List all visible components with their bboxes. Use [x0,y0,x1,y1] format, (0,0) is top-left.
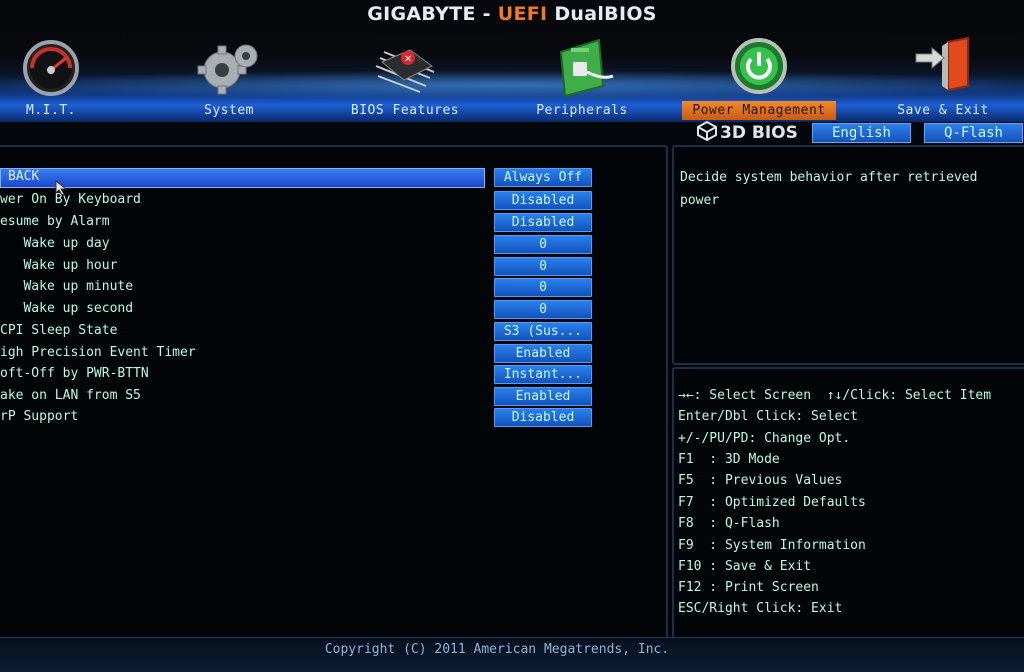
setting-row[interactable]: oft-Off by PWR-BTTN Instant... [0,363,620,384]
key-legend-line: F7 : Optimized Defaults [678,495,866,510]
tab-power-management[interactable]: Power Management [682,36,836,122]
setting-value-button[interactable]: 0 [494,257,592,276]
setting-label: Wake up day [0,236,110,251]
setting-label: ake on LAN from S5 [0,388,141,403]
setting-row[interactable]: igh Precision Event Timer Enabled [0,342,620,363]
tab-save-exit[interactable]: Save & Exit [868,36,1018,122]
setting-label: igh Precision Event Timer [0,345,196,360]
setting-row[interactable]: wer On By Keyboard Disabled [0,189,620,210]
mouse-cursor-icon [55,180,68,196]
setting-row[interactable]: esume by Alarm Disabled [0,211,620,232]
setting-label: rP Support [0,409,79,424]
title-brand: GIGABYTE [367,3,476,25]
tab-peripherals-label: Peripherals [536,103,628,118]
key-legend-line: Enter/Dbl Click: Select [678,409,859,424]
app-title: GIGABYTE - UEFI DualBIOS [0,3,1024,25]
setting-label: CPI Sleep State [0,323,118,338]
key-legend-line: F8 : Q-Flash [678,516,780,531]
setting-value-button[interactable]: Disabled [494,191,592,210]
setting-row[interactable]: ake on LAN from S5 Enabled [0,385,620,406]
setting-value-button[interactable]: Disabled [494,213,592,232]
help-line: power [680,193,720,208]
tab-system[interactable]: System [154,36,304,122]
key-legend-line: →←: Select Screen ↑↓/Click: Select Item [678,388,992,403]
setting-label: Wake up hour [0,258,118,273]
cube-icon [697,121,717,141]
speedometer-icon [23,40,79,96]
power-button-icon [731,38,787,94]
help-line: Decide system behavior after retrieved [680,170,978,185]
chip-icon: ✕ [375,49,435,93]
selection-highlight [0,168,485,188]
tab-mit-label: M.I.T. [26,103,76,118]
title-uefi: UEFI [497,3,548,25]
key-legend-line: +/-/PU/PD: Change Opt. [678,431,851,446]
tab-system-label: System [204,103,254,118]
setting-value-button[interactable]: 0 [494,300,592,319]
setting-value-button[interactable]: Disabled [494,408,592,427]
exit-door-icon [915,36,969,92]
help-text: Decide system behavior after retrieved p… [680,166,1018,212]
svg-text:✕: ✕ [404,54,412,65]
gear-icon [197,44,258,95]
setting-row[interactable]: Wake up hour 0 [0,255,620,276]
key-legend-line: F1 : 3D Mode [678,452,780,467]
setting-value-button[interactable]: 0 [494,235,592,254]
setting-label: wer On By Keyboard [0,192,141,207]
key-legend-line: F10 : Save & Exit [678,559,812,574]
setting-value-button[interactable]: Enabled [494,387,592,406]
setting-label: Wake up minute [0,279,134,294]
header-bar: GIGABYTE - UEFI DualBIOS M.I.T. System ✕… [0,0,1024,122]
3d-bios-logo[interactable]: 3D BIOS [697,121,798,143]
setting-row[interactable]: BACK Always Off [0,166,620,188]
tab-bios-features[interactable]: ✕ BIOS Features [330,36,480,122]
setting-value-button[interactable]: Always Off [494,168,592,187]
qflash-button[interactable]: Q-Flash [924,123,1023,143]
setting-value-button[interactable]: 0 [494,278,592,297]
key-legend-line: F9 : System Information [678,538,866,553]
tab-peripherals[interactable]: Peripherals [507,36,657,122]
setting-row[interactable]: Wake up minute 0 [0,276,620,297]
setting-label: esume by Alarm [0,214,110,229]
tab-bios-features-label: BIOS Features [350,103,460,118]
circuit-board-icon [559,38,614,98]
setting-value-button[interactable]: Enabled [494,344,592,363]
title-separator: - [475,3,498,25]
setting-row[interactable]: CPI Sleep State S3 (Sus... [0,320,620,341]
key-legend-line: F5 : Previous Values [678,473,843,488]
title-dualbios: DualBIOS [547,3,657,25]
setting-value-button[interactable]: Instant... [494,365,592,384]
setting-row[interactable]: Wake up second 0 [0,298,620,319]
setting-label: oft-Off by PWR-BTTN [0,366,149,381]
tab-power-management-label: Power Management [682,101,836,120]
tab-mit[interactable]: M.I.T. [0,36,126,122]
setting-label: BACK [8,169,40,184]
setting-row[interactable]: Wake up day 0 [0,233,620,254]
footer-bar: Copyright (C) 2011 American Megatrends, … [0,637,1024,672]
tab-save-exit-label: Save & Exit [897,103,989,118]
setting-label: Wake up second [0,301,134,316]
setting-value-button[interactable]: S3 (Sus... [494,322,592,341]
key-legend-line: F12 : Print Screen [678,580,819,595]
3d-bios-label: 3D BIOS [720,123,798,143]
setting-row[interactable]: rP Support Disabled [0,406,620,427]
key-legend-line: ESC/Right Click: Exit [678,601,843,616]
copyright-text: Copyright (C) 2011 American Megatrends, … [324,642,670,657]
language-button[interactable]: English [812,123,911,143]
